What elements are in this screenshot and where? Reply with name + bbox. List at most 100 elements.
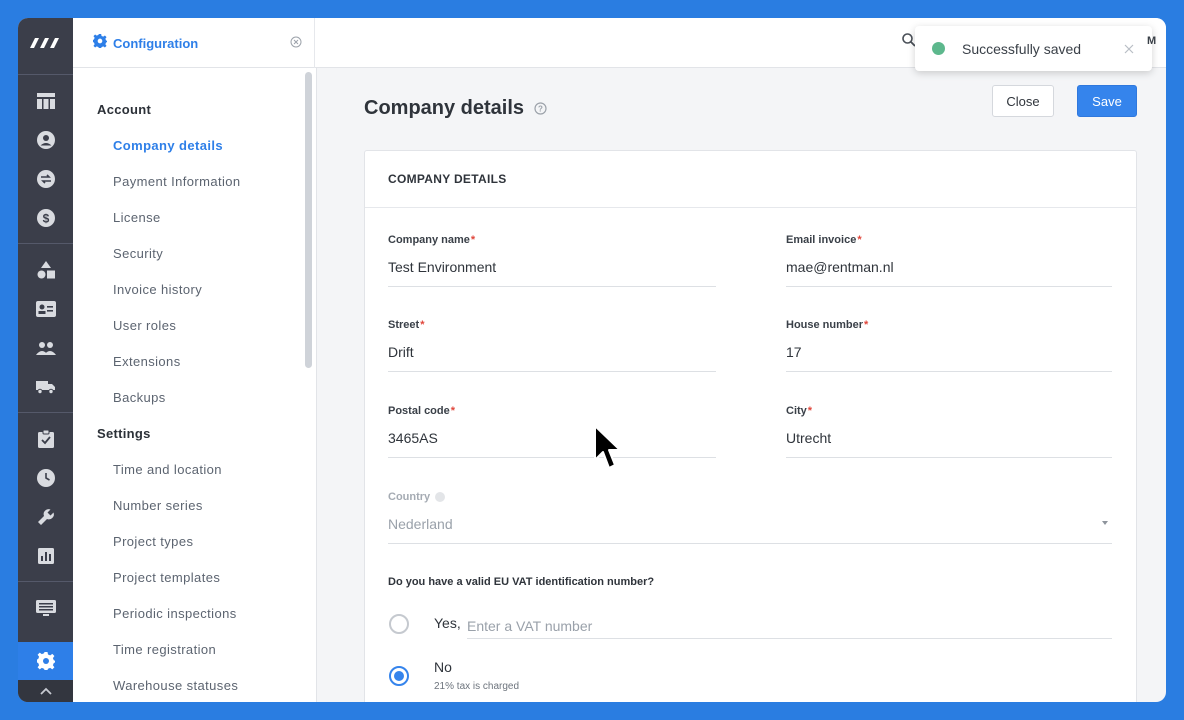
rail-divider — [18, 74, 73, 75]
settings-nav: Account Company details Payment Informatio… — [73, 68, 317, 702]
shapes-icon[interactable] — [18, 250, 73, 289]
label-text: Street — [388, 319, 420, 331]
wrench-icon[interactable] — [18, 497, 73, 536]
success-dot-icon — [932, 42, 945, 55]
tab-label: Configuration — [113, 35, 199, 51]
card-heading: COMPANY DETAILS — [365, 151, 1136, 208]
contact-card-icon[interactable] — [18, 289, 73, 328]
svg-text:$: $ — [42, 211, 49, 225]
truck-icon[interactable] — [18, 367, 73, 406]
nav-item-time-and-location[interactable]: Time and location — [73, 452, 316, 488]
people-icon[interactable] — [18, 328, 73, 367]
caret-down-icon — [1102, 521, 1108, 525]
rail-divider — [18, 412, 73, 413]
company-name-field: Company name* Test Environment — [388, 234, 716, 287]
toast-message: Successfully saved — [962, 40, 1082, 57]
info-icon — [435, 492, 446, 502]
user-icon[interactable] — [18, 120, 73, 159]
required-marker: * — [450, 405, 456, 417]
nav-item-time-registration[interactable]: Time registration — [73, 632, 316, 668]
main-content: Company details ? Close Save COMPANY DET… — [318, 68, 1166, 702]
label-text: Company name — [388, 234, 470, 246]
close-button[interactable]: Close — [992, 85, 1054, 117]
label-text: Email invoice — [786, 234, 857, 246]
nav-item-warehouse-statuses[interactable]: Warehouse statuses — [73, 668, 316, 702]
city-input[interactable]: Utrecht — [786, 430, 1112, 458]
country-value: Nederland — [388, 516, 453, 532]
swap-icon[interactable] — [18, 159, 73, 198]
svg-text:?: ? — [538, 105, 543, 114]
company-details-card: COMPANY DETAILS Company name* Test Envir… — [364, 150, 1137, 702]
nav-item-extensions[interactable]: Extensions — [73, 344, 316, 380]
nav-item-user-roles[interactable]: User roles — [73, 308, 316, 344]
gear-icon[interactable] — [18, 642, 73, 680]
postal-code-label: Postal code* — [388, 405, 716, 417]
search-icon[interactable] — [902, 33, 916, 52]
settings-nav-list: Account Company details Payment Informatio… — [73, 68, 316, 702]
nav-item-number-series[interactable]: Number series — [73, 488, 316, 524]
help-icon[interactable]: ? — [534, 98, 547, 121]
user-initial[interactable]: M — [1147, 35, 1156, 47]
gear-icon — [93, 33, 107, 53]
nav-item-backups[interactable]: Backups — [73, 380, 316, 416]
close-icon[interactable] — [290, 35, 302, 53]
company-name-label: Company name* — [388, 234, 716, 246]
dashboard-icon[interactable] — [18, 81, 73, 120]
vat-number-input[interactable] — [467, 613, 1112, 639]
email-invoice-field: Email invoice* mae@rentman.nl — [786, 234, 1112, 287]
rail-bottom — [18, 642, 73, 702]
nav-item-periodic-inspections[interactable]: Periodic inspections — [73, 596, 316, 632]
street-field: Street* Drift — [388, 319, 716, 372]
nav-group-title: Account — [97, 102, 152, 117]
country-field: Country Nederland — [388, 491, 1112, 544]
street-input[interactable]: Drift — [388, 344, 716, 372]
nav-item-project-templates[interactable]: Project templates — [73, 560, 316, 596]
email-invoice-input[interactable]: mae@rentman.nl — [786, 259, 1112, 287]
close-icon[interactable] — [1124, 41, 1134, 59]
app-window: $ Configuration Account Company details … — [18, 18, 1166, 702]
dollar-icon[interactable]: $ — [18, 198, 73, 237]
nav-item-security[interactable]: Security — [73, 236, 316, 272]
city-field: City* Utrecht — [786, 405, 1112, 458]
tab-configuration[interactable]: Configuration — [73, 18, 315, 68]
house-number-input[interactable]: 17 — [786, 344, 1112, 372]
nav-item-license[interactable]: License — [73, 200, 316, 236]
house-number-field: House number* 17 — [786, 319, 1112, 372]
required-marker: * — [420, 319, 425, 331]
required-marker: * — [857, 234, 862, 246]
clock-icon[interactable] — [18, 458, 73, 497]
nav-item-invoice-history[interactable]: Invoice history — [73, 272, 316, 308]
rail-divider — [18, 243, 73, 244]
vat-question: Do you have a valid EU VAT identificatio… — [388, 576, 655, 588]
rail-divider — [18, 581, 73, 582]
label-text: Country — [388, 491, 431, 503]
vat-no-radio[interactable] — [389, 666, 409, 686]
nav-group-title: Settings — [97, 426, 151, 441]
email-invoice-label: Email invoice* — [786, 234, 1112, 246]
logo-icon[interactable] — [18, 18, 73, 68]
save-button[interactable]: Save — [1077, 85, 1137, 117]
company-name-input[interactable]: Test Environment — [388, 259, 716, 287]
label-text: City — [786, 405, 807, 417]
label-text: Postal code — [388, 405, 450, 417]
vat-yes-radio[interactable] — [389, 614, 409, 634]
page-title-text: Company details — [364, 97, 525, 119]
vat-yes-label[interactable]: Yes, — [434, 615, 461, 631]
mouse-cursor-icon — [593, 424, 623, 479]
country-label: Country — [388, 491, 1112, 503]
vat-no-subtext: 21% tax is charged — [434, 681, 520, 692]
nav-item-company-details[interactable]: Company details — [73, 128, 316, 164]
page-title: Company details ? — [364, 96, 547, 121]
nav-item-project-types[interactable]: Project types — [73, 524, 316, 560]
nav-scrollbar[interactable] — [305, 72, 312, 368]
postal-code-field: Postal code* 3465AS — [388, 405, 716, 458]
clipboard-icon[interactable] — [18, 419, 73, 458]
chevron-up-icon[interactable] — [18, 680, 73, 702]
postal-code-input[interactable]: 3465AS — [388, 430, 716, 458]
label-text: House number — [786, 319, 864, 331]
nav-item-payment-information[interactable]: Payment Information — [73, 164, 316, 200]
chart-icon[interactable] — [18, 536, 73, 575]
required-marker: * — [470, 234, 476, 246]
list-icon[interactable] — [18, 588, 73, 627]
vat-no-label[interactable]: No — [434, 659, 452, 675]
